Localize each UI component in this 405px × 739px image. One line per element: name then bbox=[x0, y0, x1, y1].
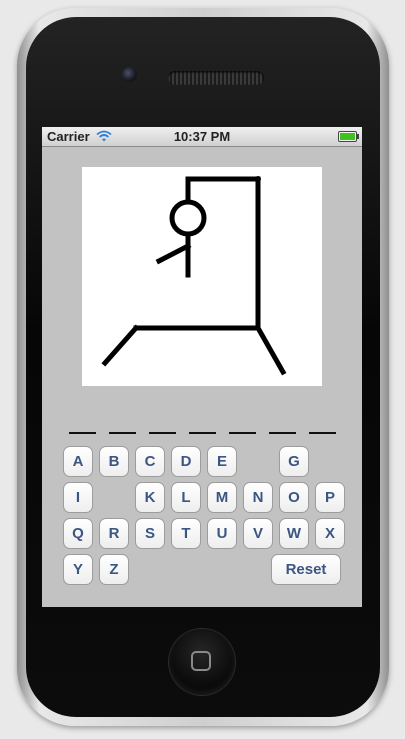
app-screen: Carrier 10:37 PM ABCDE G I KLMNOP QRSTUVWX Y bbox=[42, 127, 362, 607]
letter-slot bbox=[269, 432, 296, 434]
front-camera bbox=[122, 67, 137, 82]
key-k[interactable]: K bbox=[135, 482, 165, 513]
letter-slot bbox=[229, 432, 256, 434]
key-q[interactable]: Q bbox=[63, 518, 93, 549]
word-blanks bbox=[69, 432, 339, 438]
gallows-base-left-leg bbox=[101, 324, 140, 367]
key-u[interactable]: U bbox=[207, 518, 237, 549]
key-o[interactable]: O bbox=[279, 482, 309, 513]
letter-slot bbox=[189, 432, 216, 434]
key-y[interactable]: Y bbox=[63, 554, 93, 585]
key-r[interactable]: R bbox=[99, 518, 129, 549]
home-button[interactable] bbox=[169, 629, 235, 695]
gallows-base-right-leg bbox=[254, 324, 287, 376]
key-e[interactable]: E bbox=[207, 446, 237, 477]
key-b[interactable]: B bbox=[99, 446, 129, 477]
key-t[interactable]: T bbox=[171, 518, 201, 549]
key-m[interactable]: M bbox=[207, 482, 237, 513]
hangman-head bbox=[169, 199, 207, 237]
reset-button[interactable]: Reset bbox=[271, 554, 341, 585]
key-s[interactable]: S bbox=[135, 518, 165, 549]
gallows-joint bbox=[255, 176, 261, 182]
letter-slot bbox=[69, 432, 96, 434]
home-square-icon bbox=[191, 651, 211, 671]
status-time: 10:37 PM bbox=[173, 129, 231, 144]
key-g[interactable]: G bbox=[279, 446, 309, 477]
hangman-drawing bbox=[82, 167, 322, 386]
key-d[interactable]: D bbox=[171, 446, 201, 477]
earpiece-speaker bbox=[168, 71, 264, 85]
hangman-left-arm bbox=[155, 242, 192, 265]
status-bar: Carrier 10:37 PM bbox=[42, 127, 362, 147]
letter-slot bbox=[149, 432, 176, 434]
key-z[interactable]: Z bbox=[99, 554, 129, 585]
key-x[interactable]: X bbox=[315, 518, 345, 549]
battery-full-icon bbox=[338, 131, 359, 142]
key-a[interactable]: A bbox=[63, 446, 93, 477]
letter-slot bbox=[109, 432, 136, 434]
letter-slot bbox=[309, 432, 336, 434]
key-n[interactable]: N bbox=[243, 482, 273, 513]
key-c[interactable]: C bbox=[135, 446, 165, 477]
key-v[interactable]: V bbox=[243, 518, 273, 549]
key-w[interactable]: W bbox=[279, 518, 309, 549]
key-l[interactable]: L bbox=[171, 482, 201, 513]
key-i[interactable]: I bbox=[63, 482, 93, 513]
key-p[interactable]: P bbox=[315, 482, 345, 513]
